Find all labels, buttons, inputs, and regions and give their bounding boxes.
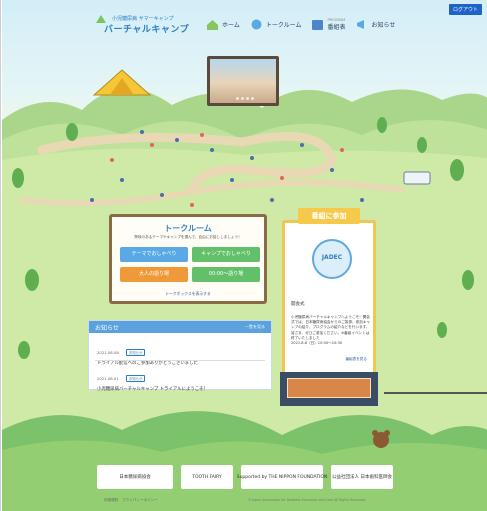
news-panel: お知らせ 一覧を見る 2021.08.08 お知らせ トライアル配信へのご参加あ… [88,320,272,392]
program-subtitle: 開会式 [291,302,305,307]
sponsor-jadec[interactable]: 日本糖尿病協会 [97,465,173,489]
program-time: 2021.8.8（日）10:00〜10:30 [291,341,343,346]
group-photo [210,59,276,103]
main-nav: ホーム トークルーム PROGRAM 番組表 お知らせ [206,18,395,31]
join-banner: 番組に参加 [298,208,360,224]
slide-dots[interactable] [236,97,254,100]
nav-talkroom[interactable]: トークルーム [250,18,302,31]
sponsor-logos: 日本糖尿病協会 TOOTH FAIRY Supported by THE NIP… [97,465,397,489]
home-icon [207,20,218,30]
nav-home-label: ホーム [222,22,240,29]
join-program-board: JADEC 開会式 小児糖尿病バーチャルキャンプへようこそ！開会式では、日本糖尿… [280,206,378,406]
talkbox-link[interactable]: トークボックスを表示する [112,291,264,297]
nav-talkroom-label: トークルーム [265,22,302,29]
program-card[interactable]: JADEC 開会式 小児糖尿病バーチャルキャンプへようこそ！開会式では、日本糖尿… [282,220,376,383]
news-title: お知らせ [95,325,119,332]
sponsor-toothfairy[interactable]: TOOTH FAIRY [181,465,233,489]
adult-talk-button[interactable]: 大人の語り場 [120,267,188,282]
news-header: お知らせ 一覧を見る [89,321,271,333]
megaphone-icon [357,20,365,29]
theme-chat-button[interactable]: テーマでおしゃべり [120,247,188,262]
program-icon [312,20,324,30]
photo-slideshow[interactable] [207,56,279,106]
nav-program-text: PROGRAM 番組表 [327,18,345,31]
sponsor-nippon-foundation[interactable]: Supported by THE NIPPON FOUNDATION [237,465,327,489]
program-description: 小児糖尿病バーチャルキャンプへようこそ！開会式では、日本糖尿病協会からのご挨拶、… [291,315,371,340]
nav-program-sub: PROGRAM [327,18,346,22]
nav-home[interactable]: ホーム [206,18,240,31]
news-date: 2021.08.08 [97,350,119,355]
join-stage [280,372,378,406]
talkroom-description: 興味のあるテーマやキャンプを選んで、自由にお話ししましょう！ [134,235,242,239]
join-plate[interactable] [287,378,371,398]
site-header: 小児糖尿病 サマーキャンプ バーチャルキャンプ ホーム トークルーム PROGR… [2,12,487,42]
camp-background: ログアウト 小児糖尿病 サマーキャンプ バーチャルキャンプ ホーム トークルーム… [2,0,487,511]
copyright: © Japan Association for Diabetes Educati… [248,498,366,502]
news-item[interactable]: 2021.08.08 お知らせ トライアル配信へのご参加ありがとうございました [97,339,265,366]
page-frame: ログアウト 小児糖尿病 サマーキャンプ バーチャルキャンプ ホーム トークルーム… [0,0,487,511]
news-divider [95,360,265,361]
sponsor-jda[interactable]: 公益社団法人 日本歯科医師会 [331,465,393,489]
logo-small-text: 小児糖尿病 サマーキャンプ [112,16,174,22]
logo-title: バーチャルキャンプ [104,25,190,35]
nav-news-label: お知らせ [371,22,396,29]
talkroom-title: トークルーム [164,224,212,233]
footer-links[interactable]: 利用規約 プライバシーポリシー [104,498,158,503]
talkroom-board: トークルーム 興味のあるテーマやキャンプを選んで、自由にお話ししましょう！ テー… [109,214,267,304]
program-list-link[interactable]: 番組表を見る [345,357,367,362]
news-text: 小児糖尿病バーチャルキャンプ トライアルにようこそ！ [97,387,208,392]
site-logo[interactable]: 小児糖尿病 サマーキャンプ バーチャルキャンプ [94,12,189,36]
divider-line [384,392,487,394]
news-all-link[interactable]: 一覧を見る [245,324,265,330]
news-date: 2021.08.01 [97,376,119,381]
program-body: 小児糖尿病バーチャルキャンプへようこそ！開会式では、日本糖尿病協会からのご挨拶、… [291,315,371,346]
nav-news[interactable]: お知らせ [355,18,395,31]
midnight-talk-button[interactable]: 00:00〜語り場 [192,267,260,282]
jadec-logo-text: JADEC [321,254,343,261]
nav-program[interactable]: PROGRAM 番組表 [311,18,345,31]
news-item[interactable]: 2021.08.01 お知らせ 小児糖尿病バーチャルキャンプ トライアルにようこ… [97,365,265,392]
nav-program-label: 番組表 [327,24,346,31]
camp-chat-button[interactable]: キャンプでおしゃべり [192,247,260,262]
news-tag: お知らせ [125,375,146,382]
talkroom-icon [251,19,262,30]
jadec-logo: JADEC [312,239,352,279]
news-tag: お知らせ [125,349,146,356]
